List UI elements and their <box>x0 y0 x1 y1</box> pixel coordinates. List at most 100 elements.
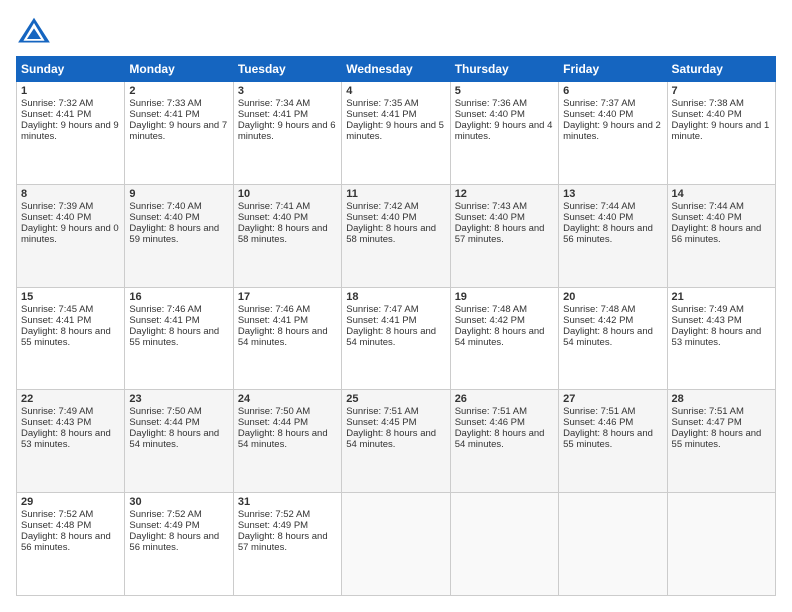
day-number: 1 <box>21 85 120 97</box>
sunrise-label: Sunrise: 7:45 AM <box>21 304 93 315</box>
day-number: 6 <box>563 85 662 97</box>
day-number: 11 <box>346 188 445 200</box>
sunset-label: Sunset: 4:42 PM <box>455 315 525 326</box>
sunset-label: Sunset: 4:41 PM <box>346 315 416 326</box>
day-number: 16 <box>129 291 228 303</box>
day-cell-3: 3Sunrise: 7:34 AMSunset: 4:41 PMDaylight… <box>233 82 341 185</box>
day-number: 7 <box>672 85 771 97</box>
daylight-label: Daylight: 9 hours and 4 minutes. <box>455 120 553 142</box>
sunset-label: Sunset: 4:40 PM <box>455 212 525 223</box>
day-header-sunday: Sunday <box>17 57 125 82</box>
day-cell-10: 10Sunrise: 7:41 AMSunset: 4:40 PMDayligh… <box>233 184 341 287</box>
daylight-label: Daylight: 8 hours and 53 minutes. <box>21 428 111 450</box>
daylight-label: Daylight: 8 hours and 54 minutes. <box>129 428 219 450</box>
day-cell-25: 25Sunrise: 7:51 AMSunset: 4:45 PMDayligh… <box>342 390 450 493</box>
logo <box>16 16 56 46</box>
day-cell-19: 19Sunrise: 7:48 AMSunset: 4:42 PMDayligh… <box>450 287 558 390</box>
sunset-label: Sunset: 4:40 PM <box>672 109 742 120</box>
sunset-label: Sunset: 4:40 PM <box>563 212 633 223</box>
sunset-label: Sunset: 4:45 PM <box>346 417 416 428</box>
day-cell-21: 21Sunrise: 7:49 AMSunset: 4:43 PMDayligh… <box>667 287 775 390</box>
sunset-label: Sunset: 4:46 PM <box>455 417 525 428</box>
daylight-label: Daylight: 8 hours and 54 minutes. <box>455 428 545 450</box>
sunset-label: Sunset: 4:40 PM <box>455 109 525 120</box>
sunrise-label: Sunrise: 7:41 AM <box>238 201 310 212</box>
sunset-label: Sunset: 4:40 PM <box>346 212 416 223</box>
day-cell-26: 26Sunrise: 7:51 AMSunset: 4:46 PMDayligh… <box>450 390 558 493</box>
day-cell-30: 30Sunrise: 7:52 AMSunset: 4:49 PMDayligh… <box>125 493 233 596</box>
calendar-header-row: SundayMondayTuesdayWednesdayThursdayFrid… <box>17 57 776 82</box>
daylight-label: Daylight: 9 hours and 2 minutes. <box>563 120 661 142</box>
sunset-label: Sunset: 4:40 PM <box>129 212 199 223</box>
sunrise-label: Sunrise: 7:32 AM <box>21 98 93 109</box>
sunset-label: Sunset: 4:41 PM <box>129 109 199 120</box>
sunset-label: Sunset: 4:41 PM <box>346 109 416 120</box>
day-number: 3 <box>238 85 337 97</box>
day-number: 8 <box>21 188 120 200</box>
sunset-label: Sunset: 4:41 PM <box>238 109 308 120</box>
day-header-friday: Friday <box>559 57 667 82</box>
day-cell-22: 22Sunrise: 7:49 AMSunset: 4:43 PMDayligh… <box>17 390 125 493</box>
daylight-label: Daylight: 9 hours and 6 minutes. <box>238 120 336 142</box>
calendar-table: SundayMondayTuesdayWednesdayThursdayFrid… <box>16 56 776 596</box>
sunrise-label: Sunrise: 7:50 AM <box>129 406 201 417</box>
day-cell-5: 5Sunrise: 7:36 AMSunset: 4:40 PMDaylight… <box>450 82 558 185</box>
empty-cell <box>667 493 775 596</box>
sunrise-label: Sunrise: 7:44 AM <box>672 201 744 212</box>
empty-cell <box>342 493 450 596</box>
daylight-label: Daylight: 8 hours and 55 minutes. <box>21 326 111 348</box>
day-cell-16: 16Sunrise: 7:46 AMSunset: 4:41 PMDayligh… <box>125 287 233 390</box>
sunset-label: Sunset: 4:40 PM <box>21 212 91 223</box>
sunrise-label: Sunrise: 7:39 AM <box>21 201 93 212</box>
sunrise-label: Sunrise: 7:40 AM <box>129 201 201 212</box>
sunset-label: Sunset: 4:46 PM <box>563 417 633 428</box>
sunrise-label: Sunrise: 7:34 AM <box>238 98 310 109</box>
sunset-label: Sunset: 4:40 PM <box>563 109 633 120</box>
daylight-label: Daylight: 8 hours and 56 minutes. <box>21 531 111 553</box>
daylight-label: Daylight: 8 hours and 56 minutes. <box>563 223 653 245</box>
daylight-label: Daylight: 8 hours and 56 minutes. <box>672 223 762 245</box>
day-number: 31 <box>238 496 337 508</box>
daylight-label: Daylight: 8 hours and 54 minutes. <box>238 326 328 348</box>
sunrise-label: Sunrise: 7:43 AM <box>455 201 527 212</box>
sunrise-label: Sunrise: 7:52 AM <box>21 509 93 520</box>
sunrise-label: Sunrise: 7:51 AM <box>455 406 527 417</box>
day-number: 19 <box>455 291 554 303</box>
day-cell-23: 23Sunrise: 7:50 AMSunset: 4:44 PMDayligh… <box>125 390 233 493</box>
empty-cell <box>559 493 667 596</box>
day-number: 4 <box>346 85 445 97</box>
sunrise-label: Sunrise: 7:36 AM <box>455 98 527 109</box>
daylight-label: Daylight: 8 hours and 57 minutes. <box>238 531 328 553</box>
daylight-label: Daylight: 8 hours and 58 minutes. <box>238 223 328 245</box>
sunrise-label: Sunrise: 7:46 AM <box>129 304 201 315</box>
day-number: 15 <box>21 291 120 303</box>
sunrise-label: Sunrise: 7:52 AM <box>129 509 201 520</box>
daylight-label: Daylight: 8 hours and 54 minutes. <box>455 326 545 348</box>
sunrise-label: Sunrise: 7:33 AM <box>129 98 201 109</box>
daylight-label: Daylight: 8 hours and 55 minutes. <box>672 428 762 450</box>
sunset-label: Sunset: 4:40 PM <box>238 212 308 223</box>
sunset-label: Sunset: 4:47 PM <box>672 417 742 428</box>
sunrise-label: Sunrise: 7:48 AM <box>455 304 527 315</box>
sunrise-label: Sunrise: 7:50 AM <box>238 406 310 417</box>
sunset-label: Sunset: 4:49 PM <box>129 520 199 531</box>
sunrise-label: Sunrise: 7:51 AM <box>563 406 635 417</box>
week-row-3: 15Sunrise: 7:45 AM Sunset: 4:41 PM Dayligh… <box>17 287 776 390</box>
empty-cell <box>450 493 558 596</box>
day-header-tuesday: Tuesday <box>233 57 341 82</box>
day-number: 13 <box>563 188 662 200</box>
day-header-thursday: Thursday <box>450 57 558 82</box>
day-cell-24: 24Sunrise: 7:50 AMSunset: 4:44 PMDayligh… <box>233 390 341 493</box>
daylight-label: Daylight: 9 hours and 9 minutes. <box>21 120 119 142</box>
day-number: 9 <box>129 188 228 200</box>
day-cell-8: 8Sunrise: 7:39 AMSunset: 4:40 PMDaylight… <box>17 184 125 287</box>
day-number: 25 <box>346 393 445 405</box>
daylight-label: Daylight: 8 hours and 54 minutes. <box>238 428 328 450</box>
day-cell-2: 2Sunrise: 7:33 AMSunset: 4:41 PMDaylight… <box>125 82 233 185</box>
day-number: 12 <box>455 188 554 200</box>
sunrise-label: Sunrise: 7:44 AM <box>563 201 635 212</box>
day-number: 10 <box>238 188 337 200</box>
daylight-label: Daylight: 8 hours and 55 minutes. <box>129 326 219 348</box>
sunset-label: Sunset: 4:44 PM <box>238 417 308 428</box>
sunrise-label: Sunrise: 7:42 AM <box>346 201 418 212</box>
